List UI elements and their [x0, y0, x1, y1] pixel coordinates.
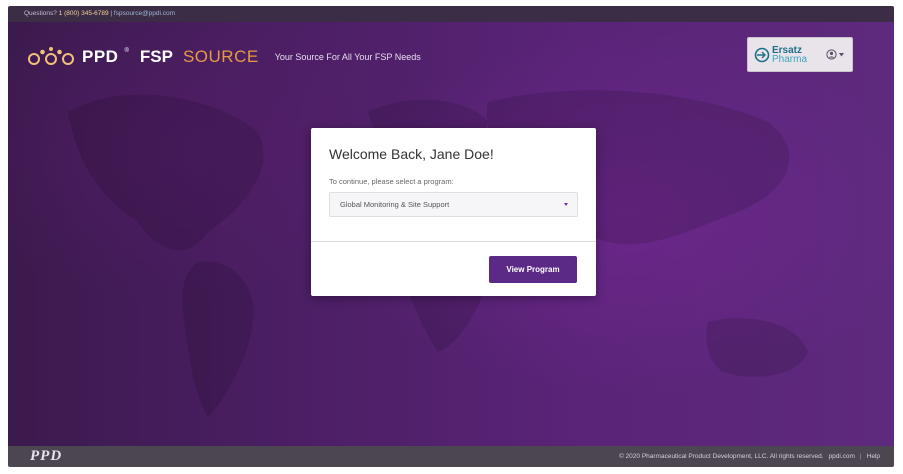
welcome-title: Welcome Back, Jane Doe!	[329, 146, 494, 162]
client-account-box: Ersatz Pharma	[747, 37, 853, 72]
program-select[interactable]: Global Monitoring & Site Support	[329, 192, 578, 217]
footer-right: © 2020 Pharmaceutical Product Developmen…	[619, 453, 880, 460]
footer-link-help[interactable]: Help	[867, 453, 880, 460]
footer: PPD © 2020 Pharmaceutical Product Develo…	[8, 446, 894, 467]
footer-link-ppdi[interactable]: ppdi.com	[829, 453, 855, 460]
user-circle-icon	[826, 49, 837, 60]
select-program-prompt: To continue, please select a program:	[329, 177, 454, 186]
select-caret-icon	[564, 203, 568, 206]
program-select-value: Global Monitoring & Site Support	[340, 200, 450, 209]
view-program-button[interactable]: View Program	[489, 256, 577, 283]
brand-registered-mark: ®	[124, 48, 129, 54]
user-menu-button[interactable]	[826, 49, 844, 60]
brand-ppd: PPD	[82, 47, 119, 66]
program-select-modal: Welcome Back, Jane Doe! To continue, ple…	[311, 128, 596, 296]
app-frame: Questions? 1 (800) 345-6789 | fspsource@…	[8, 6, 894, 467]
client-name: Ersatz Pharma	[772, 45, 808, 65]
brand-header: PPD ® FSP SOURCE Your Source For All Your…	[26, 46, 421, 68]
ppd-molecule-logo-icon	[28, 47, 74, 65]
brand-tagline: Your Source For All Your FSP Needs	[274, 52, 421, 62]
footer-ppd-logo: PPD	[30, 448, 63, 464]
email-link[interactable]: fspsource@ppdi.com	[114, 10, 175, 17]
phone-link[interactable]: 1 (800) 345-6789	[59, 10, 109, 17]
chevron-down-icon	[839, 52, 844, 56]
ersatz-pharma-logo-icon	[754, 47, 770, 62]
client-name-line2: Pharma	[772, 53, 808, 65]
modal-divider	[311, 241, 596, 242]
top-contact-bar: Questions? 1 (800) 345-6789 | fspsource@…	[8, 6, 894, 22]
brand-source: SOURCE	[182, 47, 259, 66]
brand-fsp: FSP	[139, 47, 173, 66]
copyright-text: © 2020 Pharmaceutical Product Developmen…	[618, 453, 824, 460]
questions-label: Questions?	[24, 10, 57, 17]
topbar-separator: |	[110, 10, 113, 17]
footer-separator: |	[859, 453, 862, 460]
